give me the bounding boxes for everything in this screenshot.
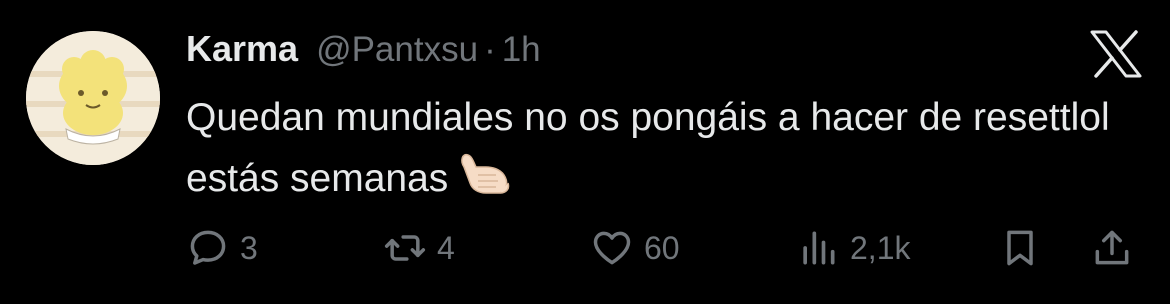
like-count: 60 — [644, 229, 680, 266]
retweet-button[interactable]: 4 — [383, 220, 455, 276]
x-logo-icon — [1090, 30, 1142, 78]
tweet-header: Karma @Pantxsu · 1h — [186, 28, 541, 78]
retweet-icon — [384, 235, 426, 261]
like-button[interactable]: 60 — [590, 220, 680, 276]
reply-icon — [190, 230, 226, 265]
avatar-image — [26, 31, 160, 165]
views-chart-icon — [803, 231, 835, 265]
reply-button[interactable]: 3 — [186, 220, 258, 276]
retweet-count: 4 — [437, 229, 455, 266]
views-count: 2,1k — [850, 229, 911, 266]
heart-icon — [593, 231, 631, 265]
share-icon — [1095, 230, 1129, 265]
bookmark-icon — [1007, 230, 1033, 266]
share-button[interactable] — [1090, 220, 1134, 276]
bookmark-button[interactable] — [998, 220, 1042, 276]
separator-dot: · — [484, 30, 496, 69]
reply-count: 3 — [240, 229, 258, 266]
tweet-text: Quedan mundiales no os pongáis a hacer d… — [186, 89, 1126, 208]
tweet-body: Quedan mundiales no os pongáis a hacer d… — [186, 96, 1110, 200]
views-button[interactable]: 2,1k — [796, 220, 910, 276]
tweet-actions-bar: 3 4 60 2,1k — [0, 220, 1170, 276]
avatar[interactable] — [26, 31, 160, 165]
author-handle[interactable]: @Pantxsu — [316, 30, 478, 70]
timestamp[interactable]: 1h — [502, 30, 541, 70]
author-name[interactable]: Karma — [186, 28, 298, 70]
call-me-hand-icon — [456, 147, 512, 197]
